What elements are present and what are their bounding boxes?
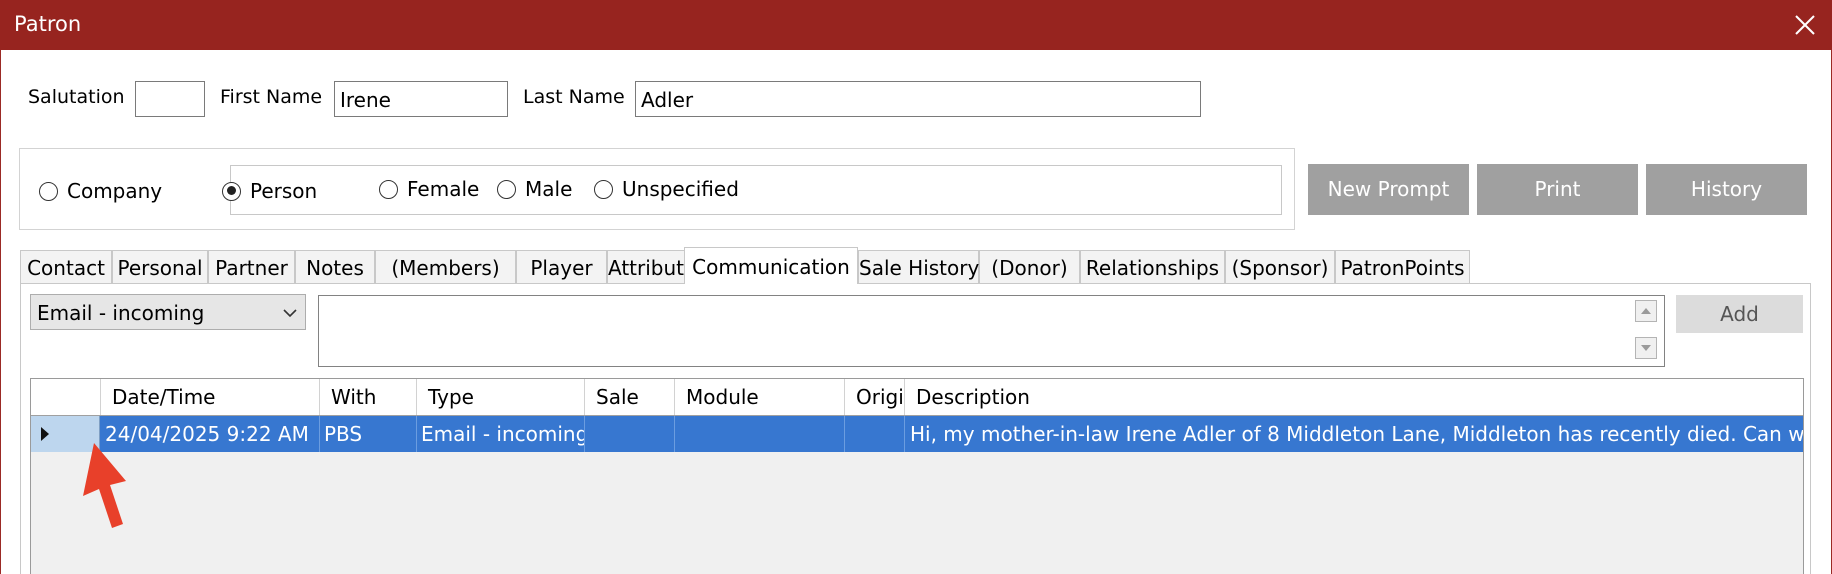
header-with[interactable]: With [320,379,417,415]
last-name-input[interactable]: Adler [635,81,1201,117]
tab-sponsor[interactable]: (Sponsor) [1225,250,1335,283]
scroll-down-icon [1641,345,1651,351]
new-prompt-button[interactable]: New Prompt [1308,164,1469,215]
red-arrow-annotation [83,443,126,528]
tab-personal[interactable]: Personal [112,250,208,283]
table-row[interactable]: 24/04/2025 9:22 AM PBS Email - incoming … [31,416,1803,452]
header-module[interactable]: Module [675,379,845,415]
title-bar: Patron [0,0,1832,50]
header-date-time[interactable]: Date/Time [101,379,320,415]
row-pointer-icon [41,427,49,441]
header-row-selector [31,379,101,415]
print-button[interactable]: Print [1477,164,1638,215]
communication-type-select[interactable]: Email - incoming [30,294,306,330]
first-name-input[interactable]: Irene [334,81,508,117]
radio-person[interactable]: Person [222,179,317,203]
cell-description: Hi, my mother-in-law Irene Adler of 8 Mi… [910,422,1803,446]
scroll-down-button[interactable] [1635,337,1657,359]
salutation-input[interactable] [135,81,205,117]
add-button[interactable]: Add [1676,295,1803,333]
communication-type-value: Email - incoming [37,301,205,325]
communication-memo[interactable] [318,295,1665,367]
communication-grid[interactable]: Date/Time With Type Sale Module Origi De… [30,378,1804,574]
tab-relationships[interactable]: Relationships [1080,250,1225,283]
header-description[interactable]: Description [905,379,1803,415]
chevron-down-icon [283,309,297,318]
radio-selected-icon [222,181,241,201]
tab-partner[interactable]: Partner [208,250,295,283]
cell-sale [585,416,675,452]
header-sale[interactable]: Sale [585,379,675,415]
tab-notes[interactable]: Notes [295,250,375,283]
grid-header: Date/Time With Type Sale Module Origi De… [31,379,1803,416]
tab-contact[interactable]: Contact [20,250,112,283]
tab-communication[interactable]: Communication [684,247,858,284]
history-button[interactable]: History [1646,164,1807,215]
radio-circle-icon [594,179,613,199]
cell-type: Email - incoming [417,416,585,452]
tab-patronpoints[interactable]: PatronPoints [1335,250,1470,283]
header-origin[interactable]: Origi [845,379,905,415]
radio-company-label: Company [67,179,163,203]
radio-male[interactable]: Male [497,177,572,201]
radio-person-label: Person [250,179,318,203]
radio-company[interactable]: Company [39,179,162,203]
last-name-label: Last Name [523,86,625,108]
radio-unspecified[interactable]: Unspecified [594,177,739,201]
radio-female[interactable]: Female [379,177,479,201]
first-name-label: First Name [220,86,323,108]
scroll-up-icon [1641,308,1651,314]
cell-module [675,416,845,452]
cell-origin [845,416,905,452]
scroll-up-button[interactable] [1635,300,1657,322]
cell-with: PBS [320,416,417,452]
radio-female-label: Female [407,177,480,201]
tab-sale-history[interactable]: Sale History [858,250,979,283]
salutation-label: Salutation [28,86,125,108]
radio-circle-icon [39,181,58,201]
radio-circle-icon [497,179,516,199]
header-type[interactable]: Type [417,379,585,415]
window-title: Patron [14,12,82,36]
tab-members[interactable]: (Members) [375,250,516,283]
radio-unspecified-label: Unspecified [622,177,739,201]
tab-donor[interactable]: (Donor) [979,250,1080,283]
tab-player[interactable]: Player [516,250,607,283]
close-icon[interactable] [1790,10,1820,40]
radio-circle-icon [379,179,398,199]
radio-male-label: Male [525,177,573,201]
